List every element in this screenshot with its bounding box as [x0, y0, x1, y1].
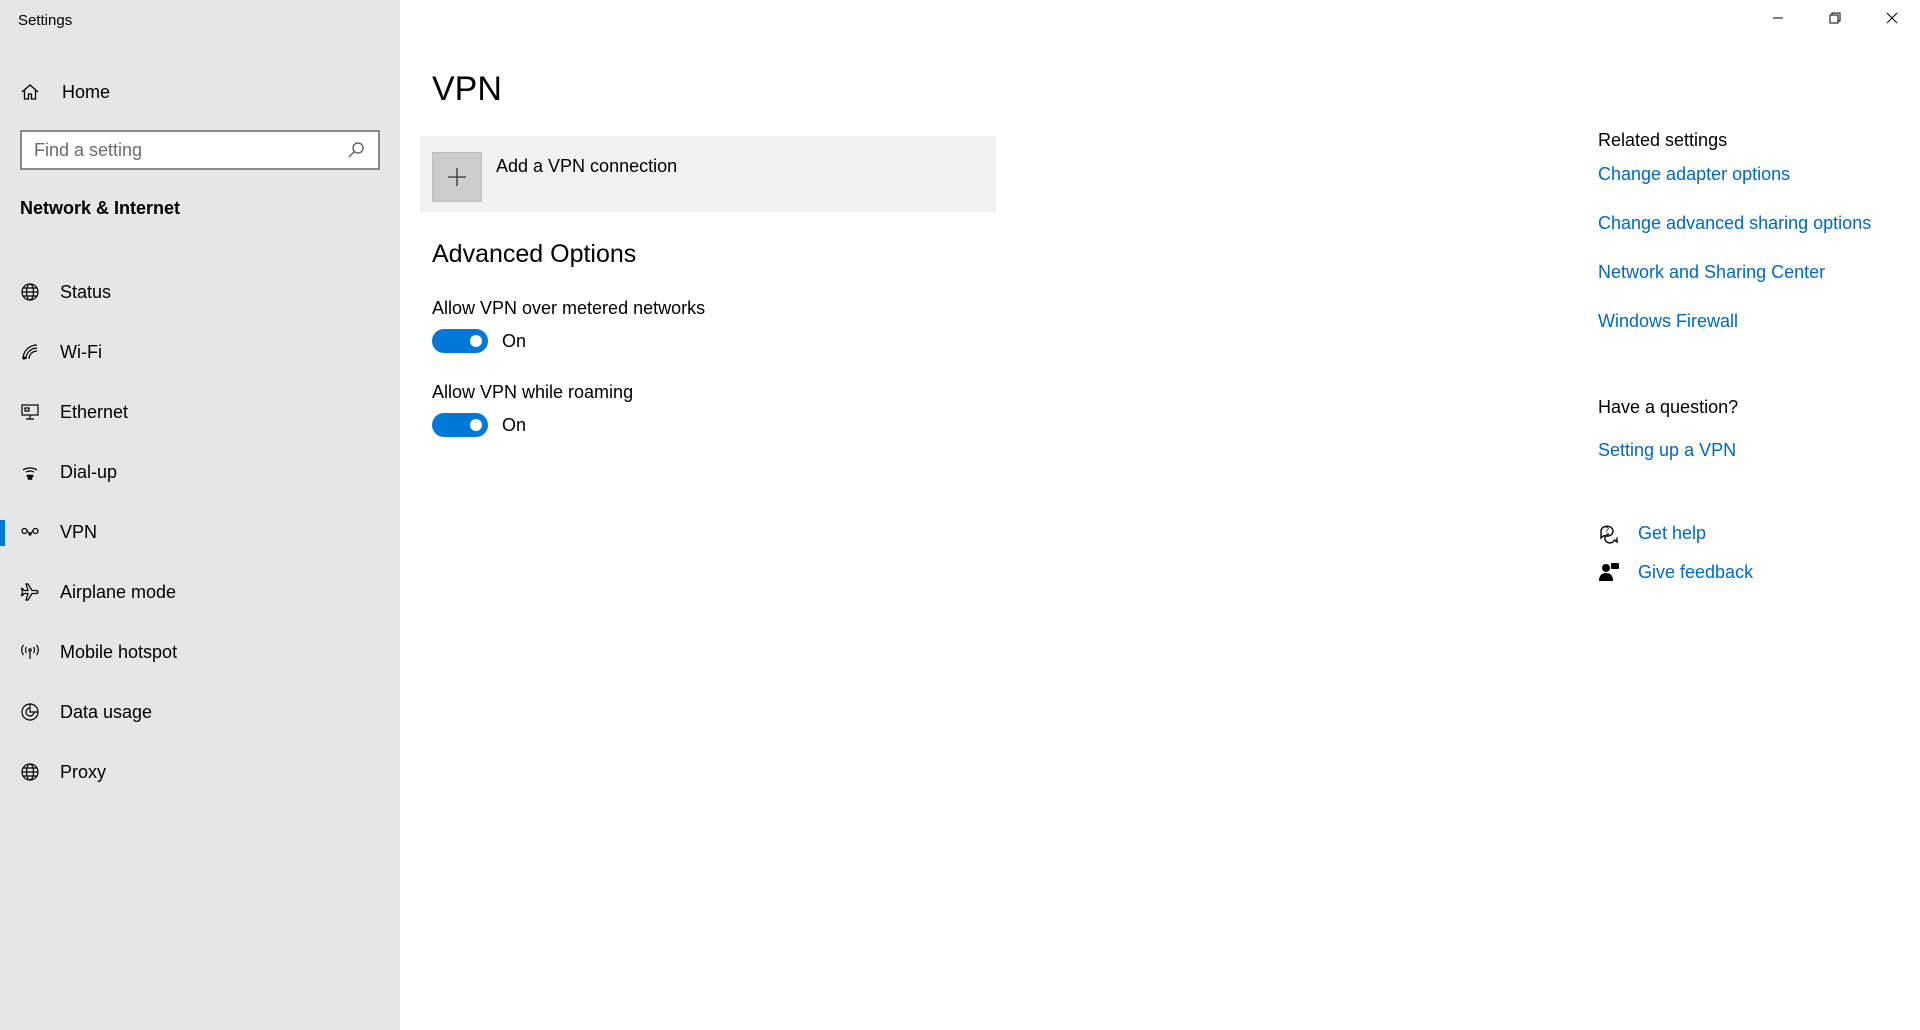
sidebar-item-wifi[interactable]: Wi-Fi [0, 322, 400, 382]
sidebar-item-label: VPN [60, 521, 98, 542]
page-title: VPN [432, 70, 502, 108]
search-box[interactable] [20, 130, 380, 170]
vpn-icon [20, 522, 40, 542]
sidebar-item-label: Status [60, 281, 112, 302]
get-help-link[interactable]: ? Get help [1598, 522, 1706, 544]
get-help-icon: ? [1598, 522, 1620, 544]
related-settings-heading: Related settings [1598, 130, 1728, 150]
toggle-knob [470, 419, 482, 431]
sidebar-item-ethernet[interactable]: Ethernet [0, 382, 400, 442]
roaming-toggle[interactable] [432, 413, 488, 437]
add-vpn-connection-button[interactable]: Add a VPN connection [420, 136, 996, 212]
search-icon[interactable] [346, 140, 366, 160]
toggle-state: On [502, 414, 527, 435]
advanced-options-heading: Advanced Options [432, 240, 637, 268]
sidebar-item-label: Data usage [60, 701, 153, 722]
main-content: VPN Add a VPN connection Advanced Option… [420, 0, 1532, 1030]
sidebar-item-label: Mobile hotspot [60, 641, 178, 662]
sidebar-item-status[interactable]: Status [0, 262, 400, 322]
sidebar-item-label: Wi-Fi [60, 341, 102, 362]
setting-up-vpn-link[interactable]: Setting up a VPN [1598, 440, 1736, 461]
network-sharing-center-link[interactable]: Network and Sharing Center [1598, 262, 1825, 283]
sidebar-item-airplane[interactable]: Airplane mode [0, 562, 400, 622]
airplane-icon [20, 582, 40, 602]
add-vpn-label: Add a VPN connection [496, 156, 678, 176]
sidebar-item-label: Home [62, 81, 111, 102]
sidebar-item-label: Proxy [60, 761, 107, 782]
sidebar-item-label: Ethernet [60, 401, 129, 422]
plus-icon [432, 152, 482, 202]
toggle-state: On [502, 330, 527, 351]
svg-text:?: ? [1605, 526, 1609, 535]
give-feedback-link[interactable]: Give feedback [1598, 561, 1753, 583]
sidebar-item-label: Airplane mode [60, 581, 177, 602]
search-input[interactable] [34, 139, 346, 161]
related-panel: Related settings Change adapter options … [1598, 0, 1918, 1030]
sidebar-item-vpn[interactable]: VPN [0, 502, 400, 562]
sidebar-item-proxy[interactable]: Proxy [0, 742, 400, 802]
metered-toggle[interactable] [432, 329, 488, 353]
sidebar-item-dialup[interactable]: Dial-up [0, 442, 400, 502]
change-sharing-options-link[interactable]: Change advanced sharing options [1598, 213, 1871, 234]
globe-icon [20, 762, 40, 782]
question-heading: Have a question? [1598, 397, 1739, 417]
setting-label: Allow VPN over metered networks [432, 298, 706, 318]
hotspot-icon [20, 642, 40, 662]
setting-metered: Allow VPN over metered networks On [432, 298, 705, 353]
sidebar-item-data-usage[interactable]: Data usage [0, 682, 400, 742]
sidebar-nav: Status Wi-Fi Ethernet Dial-up VPN Airpla… [0, 262, 400, 802]
section-heading: Network & Internet [20, 198, 181, 218]
dialup-icon [20, 462, 40, 482]
toggle-knob [470, 335, 482, 347]
home-icon [20, 82, 40, 102]
ethernet-icon [20, 402, 40, 422]
app-title: Settings [18, 12, 73, 29]
windows-firewall-link[interactable]: Windows Firewall [1598, 311, 1738, 332]
settings-window: Settings Home Network & Internet Status [0, 0, 1920, 1030]
setting-label: Allow VPN while roaming [432, 382, 634, 402]
sidebar-item-label: Dial-up [60, 461, 118, 482]
get-help-label: Get help [1638, 522, 1707, 543]
globe-status-icon [20, 282, 40, 302]
sidebar: Settings Home Network & Internet Status [0, 0, 400, 1030]
setting-roaming: Allow VPN while roaming On [432, 382, 633, 437]
sidebar-item-mobile-hotspot[interactable]: Mobile hotspot [0, 622, 400, 682]
give-feedback-label: Give feedback [1638, 561, 1754, 582]
sidebar-item-home[interactable]: Home [0, 72, 400, 112]
change-adapter-options-link[interactable]: Change adapter options [1598, 164, 1790, 185]
data-usage-icon [20, 702, 40, 722]
feedback-icon [1598, 561, 1620, 583]
wifi-icon [20, 342, 40, 362]
